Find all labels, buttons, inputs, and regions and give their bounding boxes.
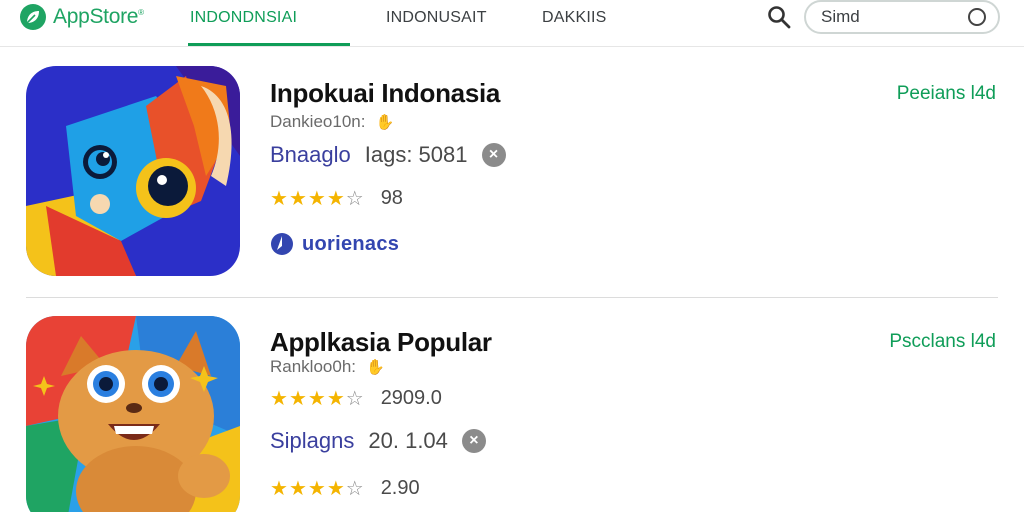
app-subtitle: Dankieo10n: ✋ <box>270 112 395 131</box>
app-icon-blue-fox-bird[interactable] <box>26 66 240 276</box>
developer-brand[interactable]: uorienacs <box>270 232 399 256</box>
rating-value: 2.90 <box>380 477 420 499</box>
close-icon[interactable]: × <box>481 143 506 167</box>
star-icon: ★ <box>270 477 288 500</box>
active-tab-indicator <box>188 43 350 46</box>
star-outline-icon: ☆ <box>345 187 364 210</box>
logo-text: AppStore® <box>53 5 144 28</box>
row-divider <box>26 297 998 298</box>
hand-icon: ✋ <box>375 114 395 131</box>
tab-indonesia-primary[interactable]: INDONDNSIAI <box>190 9 297 27</box>
rating-row-secondary: ★ ★ ★ ★ ☆ 2.90 <box>270 477 420 500</box>
badge-icon <box>271 233 293 255</box>
app-icon-orange-cat[interactable] <box>26 316 240 512</box>
star-icon: ★ <box>307 187 326 210</box>
tag-label: Siplagns <box>270 428 355 453</box>
search-icon[interactable] <box>766 4 792 30</box>
star-icon: ★ <box>307 477 326 500</box>
price-label[interactable]: Peeians l4d <box>897 83 996 105</box>
star-icon: ★ <box>326 187 345 210</box>
star-icon: ★ <box>326 387 345 410</box>
brand-text: uorienacs <box>302 232 400 255</box>
tab-indonesia-secondary[interactable]: INDONUSAIT <box>386 9 487 27</box>
app-store-logo[interactable]: AppStore® <box>20 4 144 30</box>
app-subtitle: Rankloo0h: ✋ <box>270 357 385 376</box>
tag-label: Bnaaglo <box>270 142 351 167</box>
rating-row: ★ ★ ★ ★ ☆ 2909.0 <box>270 387 442 410</box>
star-icon: ★ <box>307 387 326 410</box>
top-navigation-bar: AppStore® INDONDNSIAI INDONUSAIT DAKKIIS <box>0 0 1024 47</box>
circle-icon[interactable] <box>968 8 986 26</box>
star-icon: ★ <box>270 387 288 410</box>
star-icon: ★ <box>326 477 345 500</box>
star-icon: ★ <box>288 187 307 210</box>
star-outline-icon: ☆ <box>345 477 364 500</box>
rating-value: 2909.0 <box>380 387 442 409</box>
tag-value: 20. 1.04 <box>368 428 448 453</box>
hand-icon: ✋ <box>366 359 385 376</box>
star-icon: ★ <box>288 477 307 500</box>
app-tag-row: Siplagns 20. 1.04 × <box>270 428 486 454</box>
search-field[interactable] <box>804 0 1000 34</box>
leaf-logo-icon <box>20 4 46 30</box>
tab-dakkiis[interactable]: DAKKIIS <box>542 9 607 27</box>
rating-row: ★ ★ ★ ★ ☆ 98 <box>270 187 403 210</box>
search-input[interactable] <box>821 7 968 27</box>
rating-value: 98 <box>380 187 403 209</box>
close-icon[interactable]: × <box>461 429 486 453</box>
app-title[interactable]: Inpokuai Indonasia <box>270 78 500 109</box>
tag-value: Iags: 5081 <box>364 142 468 167</box>
star-outline-icon: ☆ <box>345 387 364 410</box>
price-label[interactable]: Pscclans l4d <box>889 331 996 353</box>
star-icon: ★ <box>288 387 307 410</box>
star-icon: ★ <box>270 187 288 210</box>
app-title[interactable]: Applkasia Popular <box>270 327 492 358</box>
app-tag-row: Bnaaglo Iags: 5081 × <box>270 142 506 168</box>
